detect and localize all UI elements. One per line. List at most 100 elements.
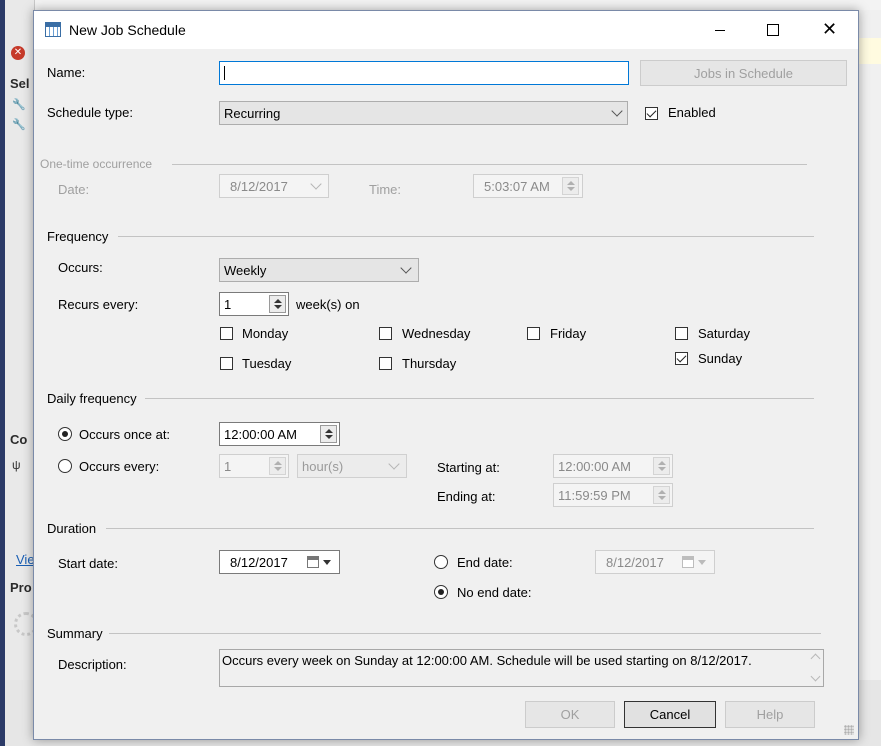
occurs-every-interval-input[interactable]: 1 (219, 454, 289, 478)
sunday-label: Sunday (698, 351, 743, 366)
sunday-checkbox[interactable] (675, 352, 688, 365)
occurs-every-unit-select[interactable]: hour(s) (297, 454, 407, 478)
end-date-picker[interactable]: 8/12/2017 (595, 550, 715, 574)
occurs-value: Weekly (224, 263, 267, 278)
summary-section-title: Summary (47, 626, 103, 641)
one-time-time-value: 5:03:07 AM (484, 179, 550, 194)
enabled-label: Enabled (668, 105, 716, 120)
thursday-checkbox[interactable] (379, 357, 392, 370)
friday-checkbox[interactable] (527, 327, 540, 340)
monday-label: Monday (242, 326, 289, 341)
starting-at-value: 12:00:00 AM (558, 459, 631, 474)
recurs-every-input[interactable]: 1 (219, 292, 289, 316)
start-date-label: Start date: (58, 556, 118, 571)
one-time-time-input[interactable]: 5:03:07 AM (473, 174, 583, 198)
window-title: New Job Schedule (69, 22, 186, 38)
description-textbox[interactable]: Occurs every week on Sunday at 12:00:00 … (219, 649, 824, 687)
background-window-edge (0, 0, 5, 746)
recurs-suffix: week(s) on (296, 297, 360, 312)
ending-at-input[interactable]: 11:59:59 PM (553, 483, 673, 507)
calendar-icon (307, 556, 319, 568)
background-error-icon: ✕ (11, 46, 25, 60)
dropdown-arrow-icon (323, 560, 331, 565)
summary-divider (109, 633, 821, 634)
start-date-picker[interactable]: 8/12/2017 (219, 550, 340, 574)
chevron-down-icon (310, 178, 322, 190)
friday-label: Friday (550, 326, 587, 341)
resize-grip-icon[interactable] (844, 725, 854, 735)
occurs-once-label: Occurs once at: (79, 427, 171, 442)
title-bar: New Job Schedule ✕ (34, 11, 858, 49)
one-time-date-picker[interactable]: 8/12/2017 (219, 174, 329, 198)
daily-frequency-divider (145, 398, 814, 399)
calendar-icon (682, 556, 694, 568)
occurs-every-spinner[interactable] (269, 457, 286, 475)
close-button[interactable]: ✕ (804, 11, 858, 49)
occurs-every-unit-value: hour(s) (302, 459, 344, 474)
ok-button[interactable]: OK (525, 701, 615, 728)
schedule-type-value: Recurring (224, 106, 281, 121)
minimize-button[interactable] (710, 11, 756, 49)
ending-at-label: Ending at: (437, 489, 496, 504)
tuesday-label: Tuesday (242, 356, 292, 371)
no-end-date-radio[interactable] (434, 585, 448, 599)
background-wrench-icon: 🔧 (12, 99, 26, 111)
chevron-down-icon (611, 105, 623, 117)
recurs-spinner[interactable] (269, 295, 286, 313)
saturday-checkbox[interactable] (675, 327, 688, 340)
scroll-down-icon[interactable] (810, 671, 821, 682)
one-time-date-value: 8/12/2017 (230, 179, 288, 194)
recurs-every-label: Recurs every: (58, 297, 139, 312)
background-label-progress: Pro (10, 580, 32, 595)
frequency-section-title: Frequency (47, 229, 109, 244)
ending-at-spinner[interactable] (653, 486, 670, 504)
end-date-radio[interactable] (434, 555, 448, 569)
schedule-type-select[interactable]: Recurring (219, 101, 628, 125)
one-time-date-label: Date: (58, 182, 90, 197)
wednesday-checkbox[interactable] (379, 327, 392, 340)
duration-divider (106, 528, 814, 529)
occurs-every-interval-value: 1 (224, 459, 232, 474)
wednesday-label: Wednesday (402, 326, 471, 341)
occurs-once-spinner[interactable] (320, 425, 337, 443)
thursday-label: Thursday (402, 356, 457, 371)
dropdown-arrow-icon (698, 560, 706, 565)
cancel-button[interactable]: Cancel (624, 701, 716, 728)
one-time-section-title: One-time occurrence (40, 157, 153, 171)
occurs-every-radio[interactable] (58, 459, 72, 473)
schedule-type-label: Schedule type: (47, 105, 134, 120)
starting-at-label: Starting at: (437, 460, 500, 475)
end-date-value: 8/12/2017 (606, 555, 664, 570)
monday-checkbox[interactable] (220, 327, 233, 340)
maximize-button[interactable] (756, 11, 802, 49)
jobs-in-schedule-button[interactable]: Jobs in Schedule (640, 60, 847, 86)
name-input[interactable] (219, 61, 629, 85)
occurs-select[interactable]: Weekly (219, 258, 419, 282)
occurs-label: Occurs: (58, 260, 103, 275)
one-time-time-label: Time: (369, 182, 402, 197)
no-end-date-label: No end date: (457, 585, 532, 600)
starting-at-spinner[interactable] (653, 457, 670, 475)
scroll-up-icon[interactable] (810, 653, 821, 664)
enabled-checkbox[interactable] (645, 107, 658, 120)
frequency-divider (118, 236, 814, 237)
one-time-divider (172, 164, 807, 165)
occurs-once-radio[interactable] (58, 427, 72, 441)
help-button[interactable]: Help (725, 701, 815, 728)
chevron-down-icon (400, 262, 412, 274)
tuesday-checkbox[interactable] (220, 357, 233, 370)
new-job-schedule-dialog: New Job Schedule ✕ Name: Jobs in Schedul… (33, 10, 859, 740)
description-value: Occurs every week on Sunday at 12:00:00 … (222, 653, 752, 668)
background-connection-icon: ψ (12, 458, 21, 472)
ending-at-value: 11:59:59 PM (558, 488, 631, 503)
background-window-top (0, 0, 881, 10)
background-link-view[interactable]: Vie (16, 552, 35, 567)
saturday-label: Saturday (698, 326, 751, 341)
time-spinner[interactable] (562, 177, 579, 195)
occurs-once-time-value: 12:00:00 AM (224, 427, 297, 442)
starting-at-input[interactable]: 12:00:00 AM (553, 454, 673, 478)
calendar-icon (45, 22, 61, 37)
start-date-value: 8/12/2017 (230, 555, 288, 570)
name-label: Name: (47, 65, 86, 80)
occurs-once-time-input[interactable]: 12:00:00 AM (219, 422, 340, 446)
